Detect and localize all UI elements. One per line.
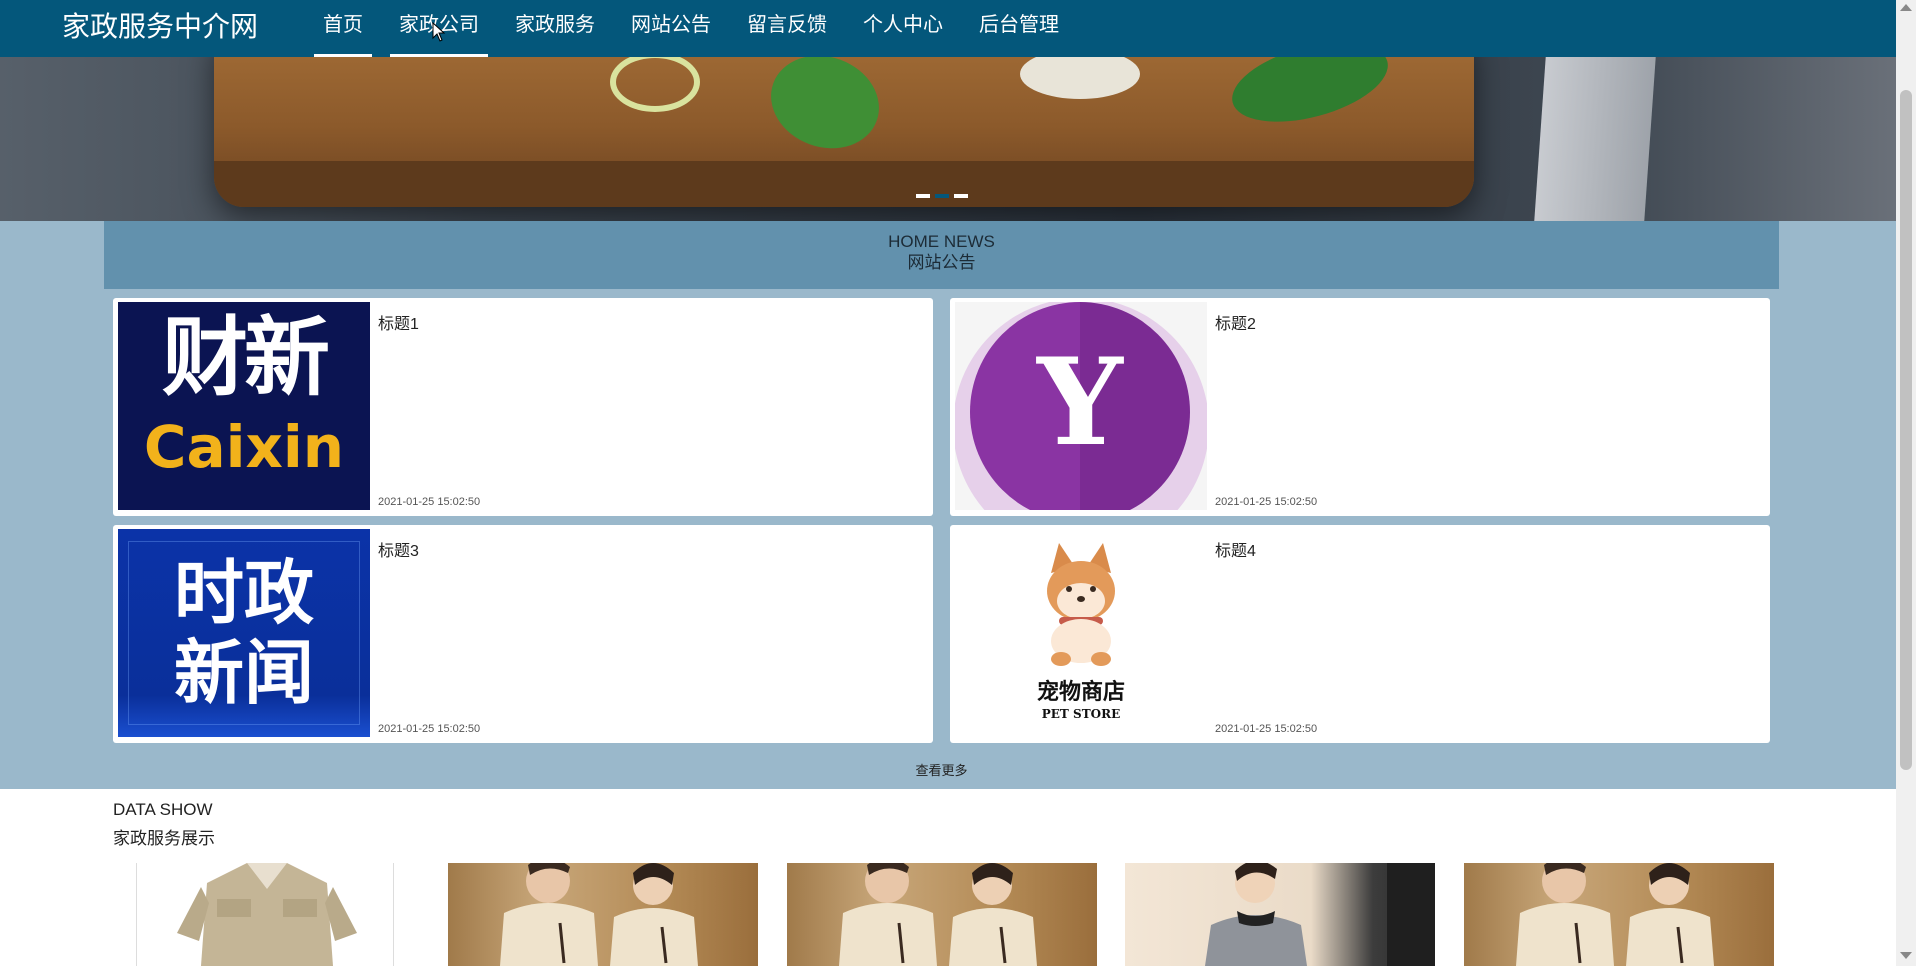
news-header: HOME NEWS 网站公告 xyxy=(104,221,1779,289)
top-navbar: 家政服务中介网 首页 家政公司 家政服务 网站公告 留言反馈 个人中心 后台管理 xyxy=(0,0,1896,57)
news-title-cn: 网站公告 xyxy=(907,253,976,272)
housekeepers-image xyxy=(1516,863,1714,966)
nav-announcements[interactable]: 网站公告 xyxy=(622,0,720,57)
carousel-dot-1[interactable] xyxy=(916,194,930,198)
news-card-time: 2021-01-25 15:02:50 xyxy=(378,496,481,508)
pet-store-logo: 宠物商店 PET STORE xyxy=(955,529,1207,737)
service-image-5[interactable] xyxy=(1464,863,1774,966)
data-show-title-cn: 家政服务展示 xyxy=(113,829,215,848)
shizheng-line1: 时政 xyxy=(174,551,314,634)
shizheng-line2: 新闻 xyxy=(174,631,314,714)
news-card-title[interactable]: 标题2 xyxy=(1215,310,1256,334)
nav-feedback[interactable]: 留言反馈 xyxy=(738,0,836,57)
hero-carousel[interactable] xyxy=(0,57,1896,221)
carousel-indicators xyxy=(916,194,968,198)
news-card-time: 2021-01-25 15:02:50 xyxy=(378,723,481,735)
pet-store-cn: 宠物商店 xyxy=(1036,679,1125,705)
scrollbar-thumb[interactable] xyxy=(1900,90,1912,770)
yahoo-logo: Y xyxy=(955,302,1207,510)
housekeepers-image xyxy=(500,863,698,966)
nav-profile[interactable]: 个人中心 xyxy=(854,0,952,57)
news-card-3[interactable]: 时政 新闻 标题3 2021-01-25 15:02:50 xyxy=(113,525,933,743)
yahoo-letter: Y xyxy=(1037,332,1123,473)
news-card-2[interactable]: Y 标题2 2021-01-25 15:02:50 xyxy=(950,298,1770,516)
hero-knife-shape xyxy=(1534,57,1656,221)
pet-store-en: PET STORE xyxy=(1041,707,1121,721)
caixin-logo-en: Caixin xyxy=(143,413,345,481)
scroll-up-arrow-icon[interactable] xyxy=(1900,4,1912,11)
service-image-1[interactable] xyxy=(136,863,394,966)
nav-services[interactable]: 家政服务 xyxy=(506,0,604,57)
worker-uniform-image xyxy=(177,863,357,966)
mouse-cursor-icon xyxy=(432,22,446,42)
nav-admin[interactable]: 后台管理 xyxy=(970,0,1068,57)
data-show-title-en: DATA SHOW xyxy=(113,800,213,819)
housekeepers-image xyxy=(839,863,1037,966)
service-image-3[interactable] xyxy=(787,863,1097,966)
nav-home[interactable]: 首页 xyxy=(314,0,372,57)
caixin-logo: 财新 Caixin xyxy=(118,302,370,510)
service-image-4[interactable] xyxy=(1125,863,1435,966)
page-scrollbar[interactable] xyxy=(1896,0,1916,966)
news-card-4[interactable]: 宠物商店 PET STORE 标题4 2021-01-25 15:02:50 xyxy=(950,525,1770,743)
news-card-time: 2021-01-25 15:02:50 xyxy=(1215,723,1318,735)
cleaner-woman-image xyxy=(1205,863,1435,966)
service-image-2[interactable] xyxy=(448,863,758,966)
caixin-logo-cn: 财新 xyxy=(162,308,330,408)
site-title[interactable]: 家政服务中介网 xyxy=(62,10,258,44)
scroll-down-arrow-icon[interactable] xyxy=(1900,952,1912,959)
news-title-en: HOME NEWS xyxy=(888,232,995,251)
shiba-dog-icon xyxy=(1047,543,1115,666)
news-card-title[interactable]: 标题4 xyxy=(1215,537,1256,561)
main-nav: 首页 家政公司 家政服务 网站公告 留言反馈 个人中心 后台管理 xyxy=(314,0,1086,57)
shizheng-logo: 时政 新闻 xyxy=(118,529,370,737)
carousel-dot-2[interactable] xyxy=(935,194,949,198)
news-card-time: 2021-01-25 15:02:50 xyxy=(1215,496,1318,508)
news-card-title[interactable]: 标题3 xyxy=(378,537,419,561)
news-card-1[interactable]: 财新 Caixin 标题1 2021-01-25 15:02:50 xyxy=(113,298,933,516)
view-more-link[interactable]: 查看更多 xyxy=(0,760,1883,779)
news-card-title[interactable]: 标题1 xyxy=(378,310,419,334)
carousel-dot-3[interactable] xyxy=(954,194,968,198)
